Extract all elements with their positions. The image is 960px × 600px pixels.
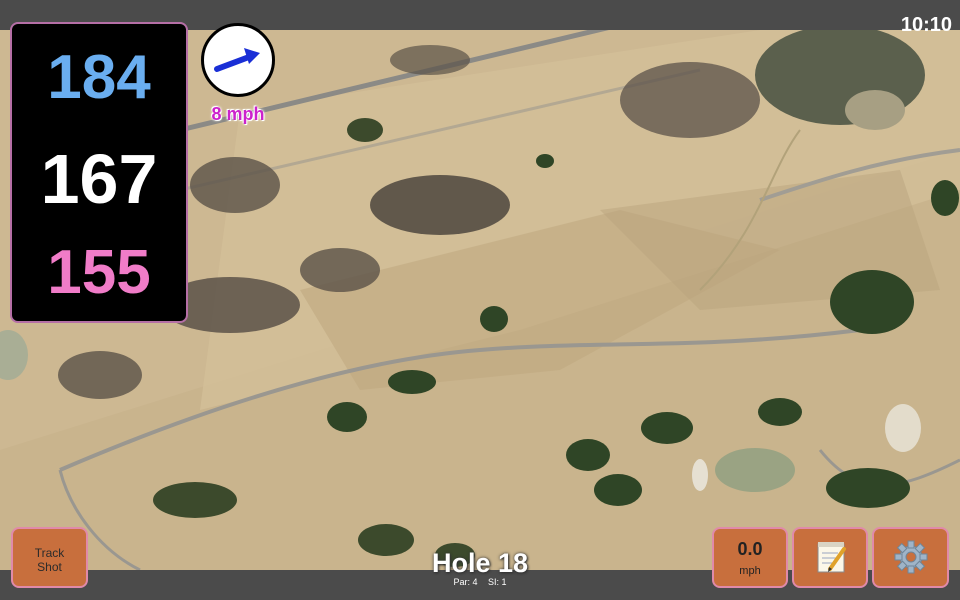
wind-arrow-icon	[214, 48, 260, 72]
hole-info: Par: 4 SI: 1	[380, 577, 580, 587]
hole-stroke-index: SI: 1	[488, 577, 507, 587]
hole-par: Par: 4	[453, 577, 478, 587]
wind-speed: 8 mph	[211, 104, 265, 124]
distance-middle: 167	[40, 140, 158, 218]
swing-speed-button[interactable]: 0.0 mph	[712, 527, 788, 588]
speed-unit: mph	[739, 565, 761, 577]
clock: 10:10	[900, 14, 952, 36]
track-shot-label: Track Shot	[34, 546, 65, 574]
hole-title: Hole 18	[431, 548, 529, 578]
speed-value: 0.0	[737, 539, 763, 559]
distance-back: 184	[47, 43, 151, 112]
settings-button[interactable]	[872, 527, 949, 588]
wind-indicator	[201, 23, 275, 97]
notepad-icon	[817, 542, 846, 573]
distance-front: 155	[47, 238, 151, 307]
distance-panel: 184 167 155	[10, 22, 188, 323]
notes-button[interactable]	[792, 527, 868, 588]
gear-icon	[894, 540, 928, 574]
track-shot-button[interactable]: Track Shot	[11, 527, 88, 588]
